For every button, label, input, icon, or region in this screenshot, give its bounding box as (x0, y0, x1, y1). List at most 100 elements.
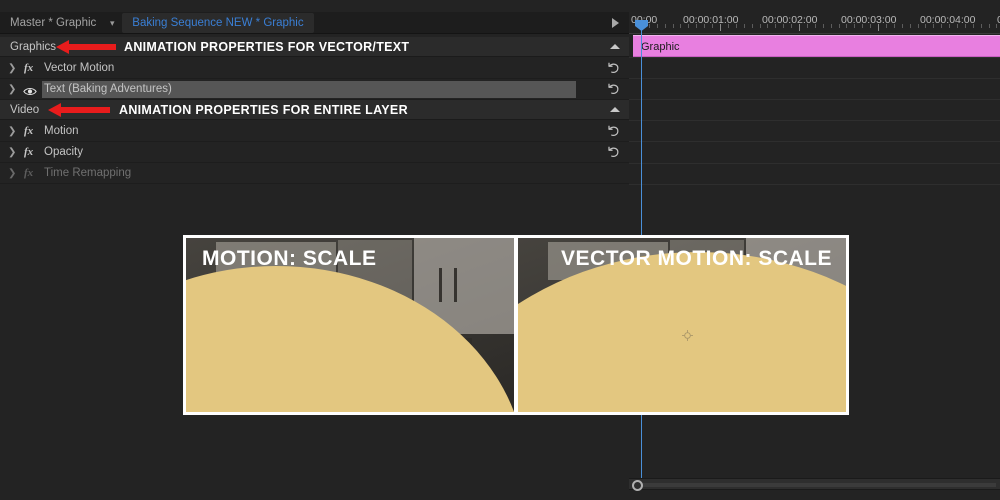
ruler-tick-minor (925, 24, 926, 28)
ruler-tick-minor (712, 24, 713, 28)
ruler-tick-minor (665, 24, 666, 28)
ruler-tick-minor (886, 24, 887, 28)
annotation-text-video: ANIMATION PROPERTIES FOR ENTIRE LAYER (119, 103, 408, 117)
fx-icon: fx (24, 58, 33, 79)
eye-icon[interactable] (23, 84, 37, 95)
track-divider (629, 57, 1000, 58)
ruler-tick-minor (846, 24, 847, 28)
ruler-tick-minor (657, 24, 658, 28)
track-divider (629, 184, 1000, 185)
timeline-clip-graphic[interactable]: Graphic (633, 35, 1000, 57)
property-name-vector-motion: Vector Motion (44, 58, 114, 79)
ruler-tick-minor (704, 24, 705, 28)
ruler-tick-minor (965, 24, 966, 28)
ruler-tick-minor (933, 24, 934, 28)
chevron-right-icon[interactable]: ❯ (8, 163, 16, 184)
ruler-tick-minor (775, 24, 776, 28)
track-divider (629, 78, 1000, 79)
chevron-right-icon[interactable]: ❯ (8, 121, 16, 142)
ruler-tick-minor (910, 24, 911, 28)
track-divider (629, 120, 1000, 121)
track-divider (629, 99, 1000, 100)
ruler-tick-minor (854, 24, 855, 28)
track-divider (629, 163, 1000, 164)
fx-icon: fx (24, 142, 33, 163)
cabinet-handle (454, 268, 457, 302)
annotation-text-graphics: ANIMATION PROPERTIES FOR VECTOR/TEXT (124, 40, 409, 54)
ruler-tick-minor (902, 24, 903, 28)
anchor-point-icon[interactable] (682, 328, 693, 339)
ruler-tick-minor (680, 24, 681, 28)
preview-image-left: MOTION: SCALE (186, 238, 514, 412)
ruler-tick-minor (673, 24, 674, 28)
ruler-tick-minor (941, 24, 942, 28)
ruler-tick-minor (973, 24, 974, 28)
property-row-vector-motion[interactable]: ❯ fx Vector Motion (0, 58, 629, 79)
ruler-tick-major (720, 24, 721, 31)
ruler-tick-minor (831, 24, 832, 28)
ruler-tick-minor (752, 24, 753, 28)
chevron-right-icon[interactable]: ❯ (8, 79, 16, 100)
ruler-tick-minor (839, 24, 840, 28)
ruler-tick-minor (736, 24, 737, 28)
chevron-right-icon[interactable]: ❯ (8, 142, 16, 163)
property-row-time-remapping[interactable]: ❯ fx Time Remapping (0, 163, 629, 184)
caret-up-icon[interactable] (610, 107, 620, 112)
reset-icon[interactable] (606, 61, 621, 76)
ruler-tick-minor (918, 24, 919, 28)
property-name-time-remapping: Time Remapping (44, 163, 131, 184)
fx-icon: fx (24, 163, 33, 184)
property-row-text-baking-adventures[interactable]: ❯ Text (Baking Adventures) (0, 79, 629, 100)
chevron-right-icon[interactable]: ❯ (8, 58, 16, 79)
ruler-tick-minor (649, 24, 650, 28)
ruler-tick-minor (728, 24, 729, 28)
ruler-tick-major (878, 24, 879, 31)
clip-label: Graphic (641, 36, 680, 58)
ruler-tick-minor (815, 24, 816, 28)
property-name-opacity: Opacity (44, 142, 83, 163)
chevron-down-icon[interactable]: ▾ (104, 12, 120, 34)
track-divider (629, 141, 1000, 142)
ruler-tick-minor (996, 24, 997, 28)
ruler-tick-minor (744, 24, 745, 28)
annotation-arrow-video (48, 103, 110, 116)
property-name-motion: Motion (44, 121, 79, 142)
preview-title-right: VECTOR MOTION: SCALE (561, 247, 832, 271)
ruler-tick-minor (957, 24, 958, 28)
ruler-tick-minor (783, 24, 784, 28)
ruler-tick-minor (696, 24, 697, 28)
ruler-tick-minor (791, 24, 792, 28)
play-triangle-icon[interactable] (612, 18, 619, 28)
annotation-arrow-graphics (56, 40, 116, 53)
preview-vector-motion-scale: VECTOR MOTION: SCALE (515, 235, 849, 415)
ruler-tick-minor (760, 24, 761, 28)
reset-icon[interactable] (606, 124, 621, 139)
caret-up-icon[interactable] (610, 44, 620, 49)
property-name-text-layer: Text (Baking Adventures) (44, 79, 172, 100)
ruler-tick-minor (989, 24, 990, 28)
premiere-pro-window: Master * Graphic ▾ Baking Sequence NEW *… (0, 0, 1000, 500)
timeline-tick-marks (629, 24, 1000, 34)
reset-icon[interactable] (606, 145, 621, 160)
preview-motion-scale: MOTION: SCALE (183, 235, 517, 415)
scroll-handle-icon[interactable] (632, 480, 643, 491)
ruler-tick-minor (767, 24, 768, 28)
ruler-tick-minor (894, 24, 895, 28)
property-row-opacity[interactable]: ❯ fx Opacity (0, 142, 629, 163)
ruler-tick-minor (823, 24, 824, 28)
ruler-tick-major (799, 24, 800, 31)
reset-icon[interactable] (606, 82, 621, 97)
tab-baking-sequence[interactable]: Baking Sequence NEW * Graphic (122, 13, 313, 33)
timeline-video-track[interactable]: Graphic (629, 35, 1000, 57)
ruler-tick-minor (949, 24, 950, 28)
property-row-motion[interactable]: ❯ fx Motion (0, 121, 629, 142)
effect-controls-tabbar: Master * Graphic ▾ Baking Sequence NEW *… (0, 12, 629, 34)
preview-title-left: MOTION: SCALE (202, 247, 377, 271)
ruler-tick-minor (981, 24, 982, 28)
ruler-tick-minor (870, 24, 871, 28)
fx-icon: fx (24, 121, 33, 142)
cabinet-handle (439, 268, 442, 302)
preview-image-right: VECTOR MOTION: SCALE (518, 238, 846, 412)
timeline-scrollbar-thumb[interactable] (641, 483, 996, 487)
tab-master-graphic[interactable]: Master * Graphic (0, 12, 104, 34)
